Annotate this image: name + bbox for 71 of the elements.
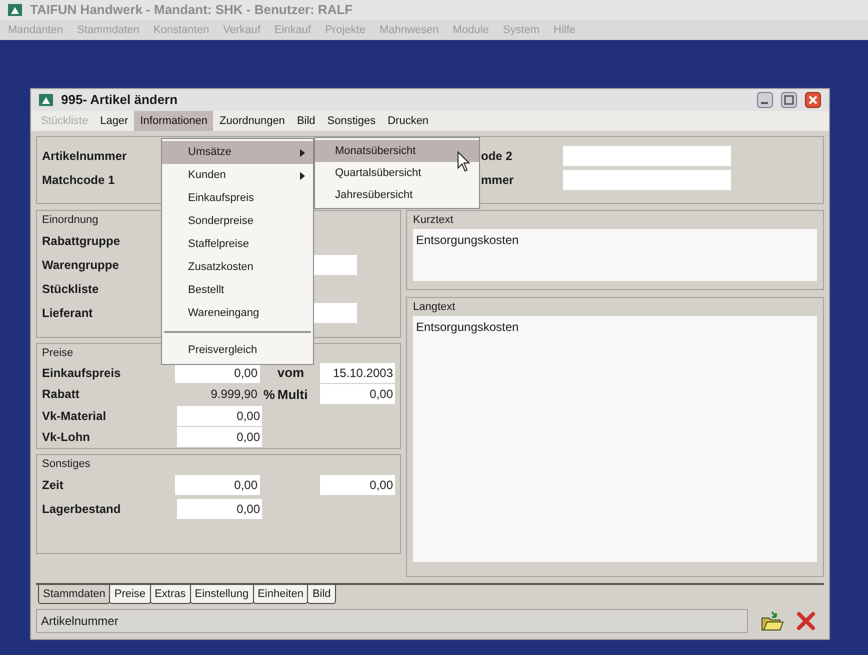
field-label: Lieferant	[42, 305, 93, 322]
input-field[interactable]: 0,00	[175, 475, 260, 495]
close-icon[interactable]	[796, 611, 816, 631]
close-button[interactable]	[805, 92, 821, 108]
field-label: Einkaufspreis	[42, 364, 121, 382]
submenu-arrow-icon	[300, 172, 305, 180]
input-field[interactable]: 0,00	[177, 406, 262, 426]
group-title: Sonstiges	[42, 457, 90, 472]
input-field[interactable]: 0,00	[320, 384, 395, 404]
menu-item[interactable]: Zusatzkosten	[162, 256, 313, 279]
menu-item[interactable]: Informationen	[134, 111, 214, 131]
menu-item[interactable]: Monatsübersicht	[315, 140, 479, 162]
field-label: mmer	[481, 172, 514, 189]
field-label: vom	[276, 364, 306, 382]
field-label: Vk-Material	[42, 408, 106, 425]
group-title: Preise	[42, 346, 74, 361]
tab[interactable]: Bild	[307, 585, 336, 604]
text-area[interactable]: Entsorgungskosten	[413, 316, 817, 562]
menu-item[interactable]: Bestellt	[162, 279, 313, 302]
tab[interactable]: Einheiten	[252, 585, 308, 604]
menu-item[interactable]: Zuordnungen	[213, 111, 291, 131]
field-value: 9.999,90	[210, 386, 258, 404]
menu-item[interactable]: Preisvergleich	[162, 339, 313, 362]
menu-item[interactable]: Wareneingang	[162, 302, 313, 325]
field-label: Zeit	[42, 477, 64, 494]
field-label: Vk-Lohn	[42, 429, 90, 446]
text-area[interactable]: Entsorgungskosten	[413, 229, 817, 281]
unit-label: %	[263, 386, 274, 404]
field-label: Matchcode 1	[42, 172, 115, 189]
menu-item[interactable]: Einkaufspreis	[162, 187, 313, 210]
open-folder-icon[interactable]	[760, 610, 784, 632]
field-label: Rabatt	[42, 386, 80, 404]
tab[interactable]: Extras	[150, 585, 191, 604]
status-field: Artikelnummer	[36, 609, 748, 633]
field-label: Artikelnummer	[42, 148, 127, 165]
dialog-title: 995- Artikel ändern	[61, 91, 178, 110]
tab[interactable]: Stammdaten	[38, 585, 110, 604]
menu-item[interactable]: Jahresübersicht	[315, 184, 479, 206]
menu-item[interactable]: Sonstiges	[321, 111, 382, 131]
tab[interactable]: Einstellung	[190, 585, 254, 604]
input-field[interactable]: 15.10.2003	[320, 362, 395, 383]
menu-item[interactable]: Staffelpreise	[162, 233, 313, 256]
field-label: Stückliste	[42, 281, 99, 298]
group-title: Langtext	[413, 300, 456, 315]
menu-item[interactable]: Sonderpreise	[162, 210, 313, 233]
menu-item[interactable]: Kunden	[162, 164, 313, 187]
maximize-button[interactable]	[781, 92, 797, 108]
menu-item[interactable]: Lager	[94, 111, 134, 131]
field-label: Rabattgruppe	[42, 233, 120, 250]
input-field[interactable]: 0,00	[177, 499, 262, 519]
input-field[interactable]: 0,00	[177, 427, 262, 448]
input-field[interactable]	[563, 146, 731, 166]
input-field[interactable]: 0,00	[320, 475, 395, 495]
app-title: TAIFUN Handwerk - Mandant: SHK - Benutzer: RALF	[30, 1, 353, 20]
field-label: ode 2	[481, 148, 512, 165]
menu-item[interactable]: Umsätze	[162, 141, 313, 164]
field-label: Lagerbestand	[42, 501, 121, 518]
submenu-arrow-icon	[300, 148, 305, 156]
group-title: Einordnung	[42, 213, 98, 228]
input-field[interactable]	[563, 170, 731, 190]
menu-item[interactable]: Drucken	[382, 111, 435, 131]
field-label: Multi	[276, 386, 309, 404]
field-label: Warengruppe	[42, 257, 119, 274]
tab[interactable]: Preise	[109, 585, 151, 604]
app-logo-icon	[39, 94, 53, 106]
menu-item[interactable]: Bild	[290, 111, 322, 131]
mouse-pointer-icon	[457, 151, 471, 173]
app-logo-icon	[8, 4, 22, 16]
group-title: Kurztext	[413, 213, 454, 228]
menu-item[interactable]: Quartalsübersicht	[315, 162, 479, 184]
minimize-button[interactable]	[757, 92, 773, 108]
